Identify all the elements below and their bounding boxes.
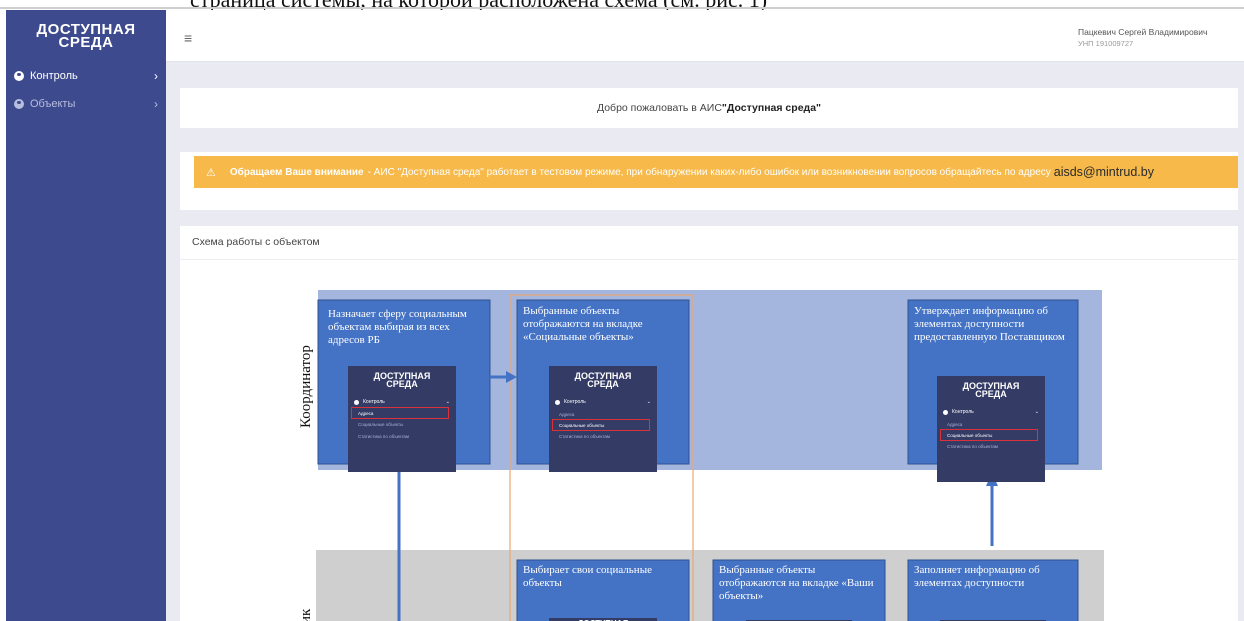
warning-text: - АИС "Доступная среда" работает в тесто… — [367, 166, 1051, 178]
mini-menu-label: Контроль — [363, 399, 385, 406]
sidebar-item-label: Контроль — [30, 70, 78, 82]
mini-item-stats: Статистика по объектам — [559, 433, 610, 439]
user-unp: УНП 191009727 — [1078, 39, 1134, 48]
sidebar: ДОСТУПНАЯ СРЕДА Контроль › Объекты › — [6, 10, 166, 621]
welcome-prefix: Добро пожаловать в АИС — [596, 102, 722, 114]
circle-icon — [555, 399, 560, 405]
mini-logo-line-2: СРЕДА — [386, 379, 418, 390]
box-3-text: Утверждает информацию об элементах досту… — [914, 305, 1065, 343]
mini-item-stats: Статистика по объектам — [358, 433, 409, 439]
circle-icon — [14, 99, 24, 109]
box-2-text: Выбранные объекты отображаются на вкладк… — [523, 305, 643, 343]
mini-item-addresses: Адреса — [947, 421, 963, 427]
chevron-down-icon: ⌄ — [646, 399, 651, 406]
chevron-down-icon: ⌄ — [1034, 409, 1039, 416]
mini-menu-label: Контроль — [564, 399, 586, 406]
mini-item-addresses-highlighted: Адреса — [351, 407, 449, 420]
caption-rule — [0, 7, 1244, 9]
box-6-text: Заполняет информацию об элементах доступ… — [914, 564, 1040, 589]
mini-item-social-highlighted: Социальные объекты — [940, 429, 1038, 442]
menu-toggle-icon[interactable]: ≡ — [184, 30, 192, 46]
sidebar-item-label: Объекты — [30, 98, 76, 110]
mini-screenshot-approve: ДОСТУПНАЯ СРЕДА Контроль ⌄ Адреса Социальн… — [937, 376, 1045, 482]
warning-banner: ⚠ Обращаем Ваше внимание - АИС "Доступна… — [194, 156, 1238, 188]
user-info[interactable]: Пацкевич Сергей Владимирович УНП 1910097… — [1078, 27, 1238, 48]
mini-item-social-highlighted: Социальные объекты — [552, 419, 650, 432]
coordinator-label: Координатор — [298, 345, 314, 428]
chevron-down-icon: ⌄ — [445, 399, 450, 406]
circle-icon — [354, 399, 359, 405]
sidebar-item-control[interactable]: Контроль › — [6, 62, 166, 90]
mini-item-social: Социальные объекты — [358, 421, 404, 427]
box-4-text: Выбирает свои социальные объекты — [523, 564, 652, 589]
supplier-label: ик — [298, 608, 314, 621]
mini-screenshot-social: ДОСТУПНАЯ СРЕДА Контроль ⌄ Адреса Социальн… — [549, 366, 657, 472]
box-1-text: Назначает сферу социальным объектам выби… — [328, 308, 467, 346]
sidebar-logo[interactable]: ДОСТУПНАЯ СРЕДА — [6, 10, 166, 62]
mini-item-addresses: Адреса — [559, 411, 575, 417]
mini-logo-line-2: СРЕДА — [587, 379, 619, 390]
welcome-system-name: "Доступная среда" — [721, 102, 822, 114]
warning-email-link[interactable]: aisds@mintrud.by — [1054, 165, 1154, 179]
mini-screenshot-addresses: ДОСТУПНАЯ СРЕДА Контроль ⌄ Адреса Социальн… — [348, 366, 456, 472]
alert-panel: ⚠ Обращаем Ваше внимание - АИС "Доступна… — [180, 152, 1238, 210]
user-name: Пацкевич Сергей Владимирович — [1078, 27, 1208, 37]
warning-icon: ⚠ — [206, 166, 216, 179]
box-5-text: Выбранные объекты отображаются на вкладк… — [719, 564, 874, 602]
mini-item-stats: Статистика по объектам — [947, 443, 998, 449]
workflow-diagram: Координатор ик — [298, 290, 1104, 621]
mini-logo-line-2: СРЕДА — [975, 389, 1007, 400]
main-content: ≡ Пацкевич Сергей Владимирович УНП 19100… — [166, 10, 1244, 621]
welcome-panel: Добро пожаловать в АИС "Доступная среда" — [180, 88, 1238, 128]
logo-line-2: СРЕДА — [58, 34, 114, 51]
chevron-right-icon: › — [154, 69, 158, 83]
circle-icon — [14, 71, 24, 81]
sidebar-item-objects[interactable]: Объекты › — [6, 90, 166, 118]
chevron-right-icon: › — [154, 97, 158, 111]
schema-panel: Схема работы с объектом Координатор ик Н… — [180, 226, 1238, 621]
document-caption-strip: страница системы, на которой расположена… — [0, 0, 1244, 10]
warning-bold-text: Обращаем Ваше внимание — [229, 166, 364, 178]
circle-icon — [943, 409, 948, 415]
top-header: ≡ Пацкевич Сергей Владимирович УНП 19100… — [166, 10, 1244, 62]
mini-menu-label: Контроль — [952, 409, 974, 416]
